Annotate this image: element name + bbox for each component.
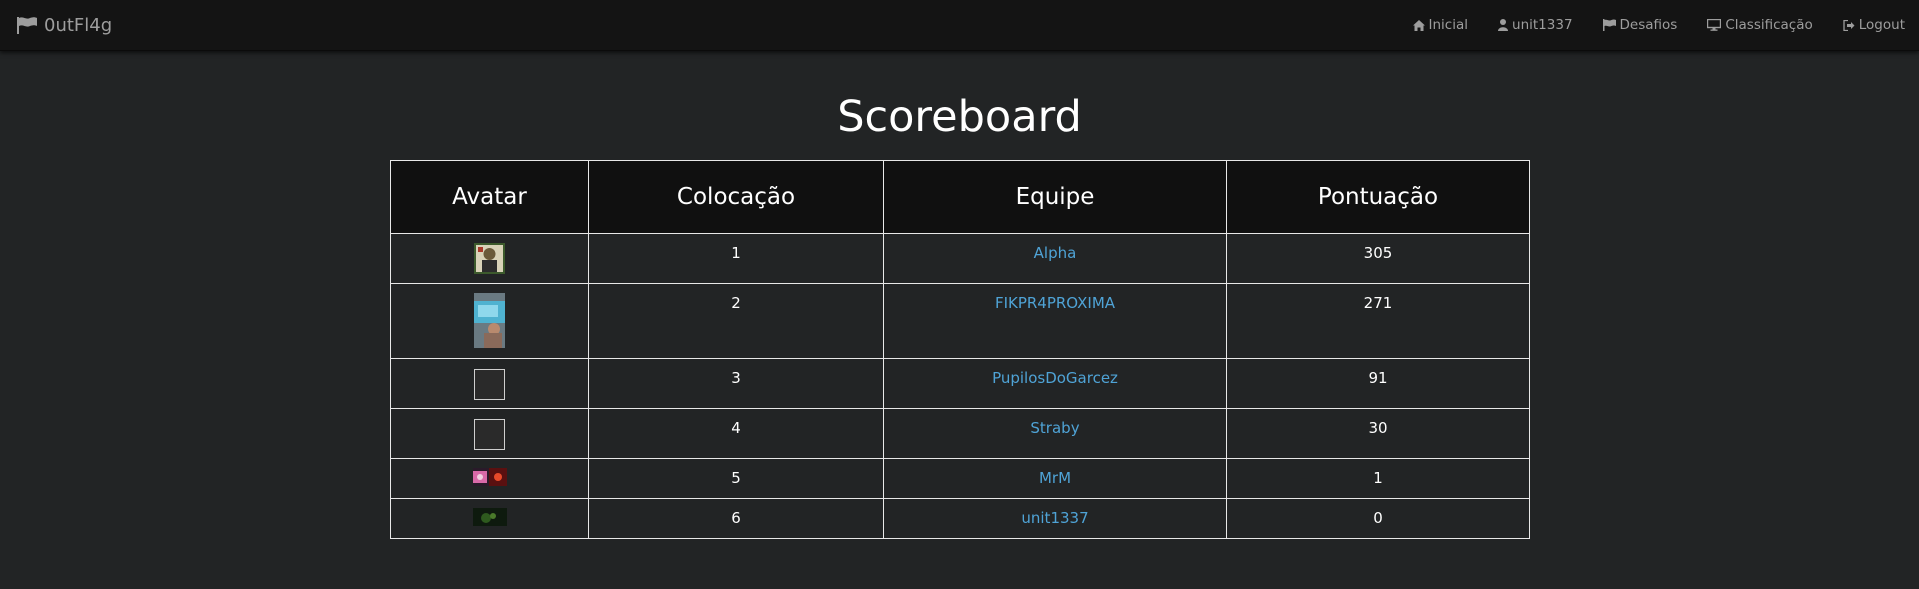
table-row: 1 Alpha 305 [390, 233, 1530, 284]
logout-icon [1843, 19, 1855, 31]
header-pontuacao: Pontuação [1226, 160, 1530, 234]
nav-desafios-label: Desafios [1619, 17, 1678, 33]
table-row: 5 MrM 1 [390, 458, 1530, 499]
rank-cell: 4 [588, 408, 884, 459]
scoreboard-table: Avatar Colocação Equipe Pontuação 1 Alph… [390, 160, 1530, 539]
rank-cell: 1 [588, 233, 884, 284]
team-cell: PupilosDoGarcez [883, 358, 1227, 409]
team-link[interactable]: FIKPR4PROXIMA [995, 294, 1115, 312]
nav-logout[interactable]: Logout [1843, 17, 1905, 33]
nav-classificacao[interactable]: Classificação [1707, 17, 1813, 33]
avatar-cell [390, 408, 589, 459]
score-cell: 271 [1226, 283, 1530, 359]
score-cell: 1 [1226, 458, 1530, 499]
score-cell: 91 [1226, 358, 1530, 409]
header-colocacao: Colocação [588, 160, 884, 234]
team-cell: unit1337 [883, 498, 1227, 539]
team-cell: Straby [883, 408, 1227, 459]
nav-inicial[interactable]: Inicial [1412, 17, 1469, 33]
avatar-cell [390, 458, 589, 499]
page-title: Scoreboard [837, 92, 1082, 142]
team-avatar-fikpr4proxima [474, 293, 505, 348]
user-icon [1498, 19, 1509, 31]
team-link[interactable]: MrM [1039, 469, 1071, 487]
brand-link[interactable]: 0utFl4g [16, 15, 112, 36]
team-cell: FIKPR4PROXIMA [883, 283, 1227, 359]
brand-name: 0utFl4g [44, 14, 113, 36]
rank-cell: 5 [588, 458, 884, 499]
navbar: 0utFl4g Inicial unit1337 Desafios Classi… [0, 0, 1919, 51]
table-row: 6 unit1337 0 [390, 498, 1530, 539]
header-equipe: Equipe [883, 160, 1227, 234]
rank-cell: 6 [588, 498, 884, 539]
team-link[interactable]: unit1337 [1021, 509, 1088, 527]
rank-cell: 3 [588, 358, 884, 409]
team-cell: Alpha [883, 233, 1227, 284]
avatar-cell [390, 233, 589, 284]
avatar-cell [390, 358, 589, 409]
desktop-icon [1707, 19, 1722, 31]
broken-image-icon [474, 419, 505, 450]
table-row: 2 FIKPR4PROXIMA 271 [390, 283, 1530, 359]
flag-icon [1602, 19, 1616, 31]
home-icon [1412, 19, 1425, 31]
rank-cell: 2 [588, 283, 884, 359]
table-header-row: Avatar Colocação Equipe Pontuação [390, 160, 1530, 234]
flag-icon [17, 17, 37, 34]
nav-user-label: unit1337 [1512, 17, 1573, 33]
table-row: 4 Straby 30 [390, 408, 1530, 459]
header-avatar: Avatar [390, 160, 589, 234]
team-avatar-mrm [472, 468, 507, 486]
score-cell: 305 [1226, 233, 1530, 284]
nav-inicial-label: Inicial [1428, 17, 1469, 33]
team-link[interactable]: Straby [1030, 419, 1079, 437]
nav-logout-label: Logout [1858, 17, 1905, 33]
broken-image-icon [474, 369, 505, 400]
nav-user[interactable]: unit1337 [1498, 17, 1573, 33]
nav-links: Inicial unit1337 Desafios Classificação [1383, 17, 1905, 33]
team-avatar-unit1337 [472, 508, 507, 526]
avatar-cell [390, 283, 589, 359]
nav-classificacao-label: Classificação [1725, 17, 1813, 33]
avatar-cell [390, 498, 589, 539]
team-cell: MrM [883, 458, 1227, 499]
table-row: 3 PupilosDoGarcez 91 [390, 358, 1530, 409]
score-cell: 30 [1226, 408, 1530, 459]
nav-desafios[interactable]: Desafios [1602, 17, 1678, 33]
team-avatar-alpha [474, 243, 505, 274]
scoreboard-table-container: Avatar Colocação Equipe Pontuação 1 Alph… [390, 160, 1530, 539]
team-link[interactable]: PupilosDoGarcez [992, 369, 1118, 387]
score-cell: 0 [1226, 498, 1530, 539]
team-link[interactable]: Alpha [1034, 244, 1077, 262]
